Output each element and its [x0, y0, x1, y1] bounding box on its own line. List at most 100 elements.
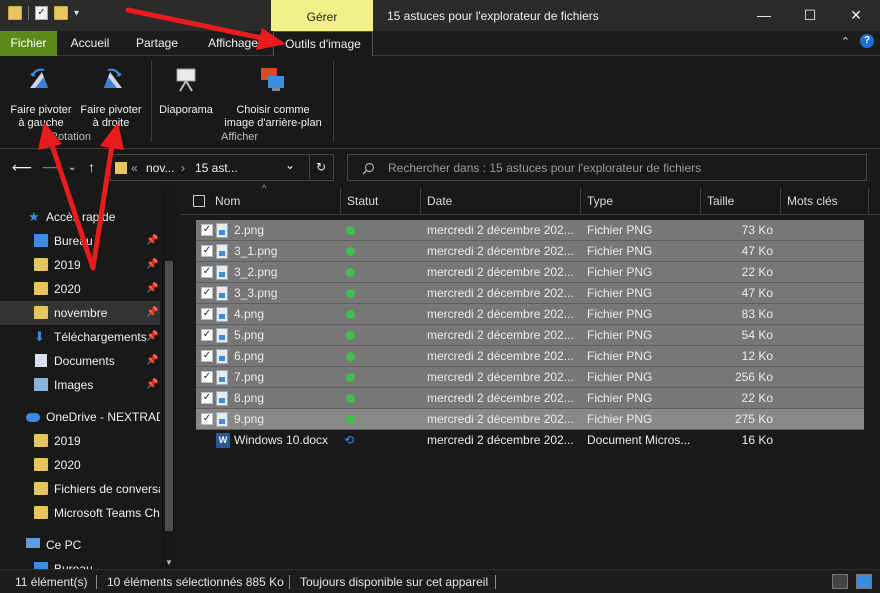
file-date: mercredi 2 décembre 202... [427, 223, 574, 237]
folder-icon [34, 434, 48, 447]
address-dropdown-icon[interactable]: ⌄ [285, 158, 295, 172]
column-date[interactable]: Date [421, 187, 581, 215]
table-row[interactable]: ✓ 3_1.png mercredi 2 décembre 202... Fichie… [196, 241, 864, 262]
nav-onedrive-2020[interactable]: 2020 [0, 453, 160, 477]
column-status[interactable]: Statut [341, 187, 421, 215]
table-row[interactable]: ✓ 6.png mercredi 2 décembre 202... Fichier … [196, 346, 864, 367]
column-type[interactable]: Type [581, 187, 701, 215]
set-background-button[interactable]: Choisir comme image d'arrière-plan [218, 64, 328, 130]
refresh-icon[interactable]: ↻ [309, 155, 326, 180]
file-size: 47 Ko [741, 286, 773, 300]
nav-2020[interactable]: 2020 📌 [0, 277, 160, 301]
file-date: mercredi 2 décembre 202... [427, 244, 574, 258]
table-row[interactable]: ✓ 3_3.png mercredi 2 décembre 202... Fichie… [196, 283, 864, 304]
row-checkbox[interactable]: ✓ [201, 224, 213, 236]
close-button[interactable]: ✕ [833, 0, 879, 31]
file-name: 6.png [234, 349, 265, 363]
file-name: 5.png [234, 328, 265, 342]
minimize-button[interactable]: — [741, 0, 787, 31]
table-row[interactable]: ✓ 2.png mercredi 2 décembre 202... Fichier … [196, 220, 864, 241]
breadcrumb-current[interactable]: 15 ast... [195, 161, 238, 175]
tab-outils-image[interactable]: Outils d'image [273, 31, 373, 57]
row-checkbox[interactable]: ✓ [201, 371, 213, 383]
nav-fichiers-conversation[interactable]: Fichiers de conversa [0, 477, 160, 501]
row-checkbox[interactable]: ✓ [201, 350, 213, 362]
overflow-chevron-icon[interactable]: « [131, 161, 138, 175]
pin-icon: 📌 [146, 235, 159, 246]
rotate-right-label-1: Faire pivoter [80, 104, 142, 116]
table-row[interactable]: ✓ 4.png mercredi 2 décembre 202... Fichier … [196, 304, 864, 325]
column-name[interactable]: Nom [209, 187, 341, 215]
table-row[interactable]: ✓ 9.png mercredi 2 décembre 202... Fichier … [196, 409, 864, 430]
table-row[interactable]: ✓ 8.png mercredi 2 décembre 202... Fichier … [196, 388, 864, 409]
back-arrow-icon[interactable]: ⟵ [12, 159, 32, 176]
tab-fichier[interactable]: Fichier [0, 31, 57, 56]
row-checkbox[interactable]: ✓ [201, 245, 213, 257]
nav-images[interactable]: Images 📌 [0, 373, 160, 397]
new-folder-icon[interactable] [54, 6, 68, 20]
column-size[interactable]: Taille [701, 187, 781, 215]
breadcrumb-novembre[interactable]: nov... [146, 161, 174, 175]
customize-dropdown-icon[interactable]: ▾ [74, 8, 79, 19]
table-row[interactable]: ✓ 5.png mercredi 2 décembre 202... Fichier … [196, 325, 864, 346]
scrollbar-thumb[interactable] [165, 261, 173, 531]
folder-icon [115, 162, 127, 174]
rotate-left-button[interactable]: Faire pivoter à gauche [6, 64, 76, 130]
nav-ce-pc-bureau[interactable]: Bureau [0, 557, 160, 569]
file-list: ^ Nom Statut Date Type Taille Mots clés … [180, 183, 880, 569]
file-size: 83 Ko [741, 307, 773, 321]
nav-onedrive[interactable]: OneDrive - NEXTRADI [0, 405, 160, 429]
scroll-down-icon[interactable]: ▼ [165, 558, 173, 567]
nav-2019[interactable]: 2019 📌 [0, 253, 160, 277]
tab-partage[interactable]: Partage [128, 31, 186, 56]
divider [333, 60, 334, 142]
nav-teams[interactable]: Microsoft Teams Ch [0, 501, 160, 525]
nav-ce-pc[interactable]: Ce PC [0, 533, 160, 557]
nav-onedrive-2019[interactable]: 2019 [0, 429, 160, 453]
column-tags[interactable]: Mots clés [781, 187, 869, 215]
table-row[interactable]: ✓ 7.png mercredi 2 décembre 202... Fichier … [196, 367, 864, 388]
nav-documents[interactable]: Documents 📌 [0, 349, 160, 373]
slideshow-button[interactable]: Diaporama [154, 64, 218, 117]
file-name: 9.png [234, 412, 265, 426]
collapse-ribbon-icon[interactable]: ⌃ [841, 35, 850, 48]
file-size: 16 Ko [741, 433, 773, 447]
search-input[interactable]: Rechercher dans : 15 astuces pour l'expl… [347, 154, 867, 181]
row-checkbox[interactable]: ✓ [201, 287, 213, 299]
nav-quick-access[interactable]: ★ Accès rapide [0, 205, 160, 229]
cloud-icon [26, 413, 40, 422]
slideshow-icon [176, 68, 196, 92]
maximize-button[interactable]: ☐ [787, 0, 833, 31]
address-bar[interactable]: « nov... › 15 ast... ⌄ ↻ [110, 154, 334, 181]
image-file-icon [216, 307, 228, 322]
nav-bureau[interactable]: Bureau 📌 [0, 229, 160, 253]
properties-icon[interactable]: ✓ [35, 6, 48, 20]
nav-telechargements[interactable]: ⬇ Téléchargements 📌 [0, 325, 160, 349]
large-icons-view-icon[interactable] [856, 574, 872, 589]
recent-dropdown-icon[interactable]: ⌄ [68, 162, 76, 173]
forward-arrow-icon[interactable]: ⟶ [42, 159, 62, 176]
nav-scrollbar[interactable]: ▼ [162, 187, 176, 569]
image-file-icon [216, 286, 228, 301]
column-header: ^ Nom Statut Date Type Taille Mots clés [180, 183, 880, 215]
row-checkbox[interactable]: ✓ [201, 266, 213, 278]
row-checkbox[interactable]: ✓ [201, 413, 213, 425]
search-placeholder: Rechercher dans : 15 astuces pour l'expl… [388, 161, 702, 175]
tab-affichage[interactable]: Affichage [198, 31, 268, 56]
image-file-icon [216, 412, 228, 427]
row-checkbox[interactable]: ✓ [201, 308, 213, 320]
file-type: Fichier PNG [587, 286, 653, 300]
details-view-icon[interactable] [832, 574, 848, 589]
row-checkbox[interactable]: ✓ [201, 329, 213, 341]
folder-icon[interactable] [8, 6, 22, 20]
rotate-right-button[interactable]: Faire pivoter à droite [76, 64, 146, 130]
table-row[interactable]: ✓ 3_2.png mercredi 2 décembre 202... Fichie… [196, 262, 864, 283]
up-arrow-icon[interactable]: ↑ [88, 159, 95, 175]
select-all-checkbox[interactable] [193, 195, 205, 207]
nav-novembre[interactable]: novembre 📌 [0, 301, 160, 325]
help-icon[interactable]: ? [860, 34, 874, 48]
context-tab-manage[interactable]: Gérer [271, 0, 373, 31]
table-row[interactable]: W Windows 10.docx ⟲ mercredi 2 décembre 202… [196, 430, 864, 451]
row-checkbox[interactable]: ✓ [201, 392, 213, 404]
tab-accueil[interactable]: Accueil [62, 31, 118, 56]
